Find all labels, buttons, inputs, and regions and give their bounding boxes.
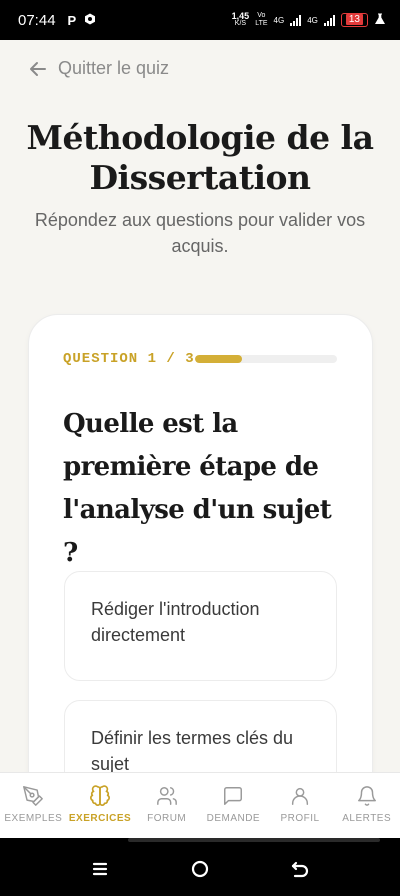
status-bar: 07:44 P 1,45 K/S Vo LTE 4G 4G 13 (0, 0, 400, 40)
user-icon (291, 787, 309, 805)
network-type-2: 4G (307, 15, 318, 25)
quiz-progress-bar (195, 355, 337, 363)
question-text: Quelle est la première étape de l'analys… (63, 409, 332, 568)
answer-option-2[interactable]: Définir les termes clés du sujet (64, 700, 337, 772)
flask-icon (374, 13, 386, 27)
brain-icon (90, 785, 110, 806)
battery-indicator: 13 (340, 13, 368, 27)
bell-icon (357, 786, 376, 806)
page-title: Méthodologie de la Dissertation (26, 118, 374, 197)
status-time: 07:44 (18, 11, 56, 29)
system-navigation-bar (0, 838, 400, 896)
nav-item-exemples[interactable]: EXEMPLES (0, 773, 67, 838)
nav-item-forum[interactable]: FORUM (133, 773, 200, 838)
recent-apps-icon[interactable] (89, 858, 111, 880)
quiz-card: QUESTION 1 / 3 Quelle est la première ét… (28, 314, 373, 772)
parking-app-icon: P (67, 12, 77, 28)
quit-quiz-button[interactable]: Quitter le quiz (28, 58, 169, 79)
pen-nib-icon (23, 786, 44, 806)
nav-item-demande[interactable]: DEMANDE (200, 773, 267, 838)
question-counter: QUESTION 1 / 3 (63, 351, 195, 367)
nav-item-alertes[interactable]: ALERTES (333, 773, 400, 838)
page-subtitle: Répondez aux questions pour valider vos … (34, 210, 366, 256)
arrow-left-icon (30, 61, 46, 76)
home-icon[interactable] (189, 858, 211, 880)
network-type-1: 4G (273, 15, 285, 25)
volte-indicator: Vo LTE (255, 12, 268, 27)
network-speed: 1,45 K/S (231, 11, 250, 28)
nav-item-exercices[interactable]: EXERCICES (67, 773, 134, 838)
chat-bubble-icon (224, 787, 243, 805)
nav-item-profil[interactable]: PROFIL (267, 773, 334, 838)
answer-option-1[interactable]: Rédiger l'introduction directement (64, 571, 337, 681)
signal-icon-2 (323, 14, 335, 26)
bottom-navigation: EXEMPLES EXERCICES FORUM DEMANDE PROFIL … (0, 772, 400, 838)
gesture-pill (128, 838, 380, 842)
hexagon-app-icon (84, 12, 96, 28)
signal-icon (290, 14, 302, 26)
back-icon[interactable] (289, 858, 311, 880)
users-icon (156, 787, 177, 805)
quiz-screen: Quitter le quiz Méthodologie de la Disse… (0, 40, 400, 772)
quiz-progress-fill (195, 355, 242, 363)
quit-quiz-label: Quitter le quiz (58, 58, 170, 78)
